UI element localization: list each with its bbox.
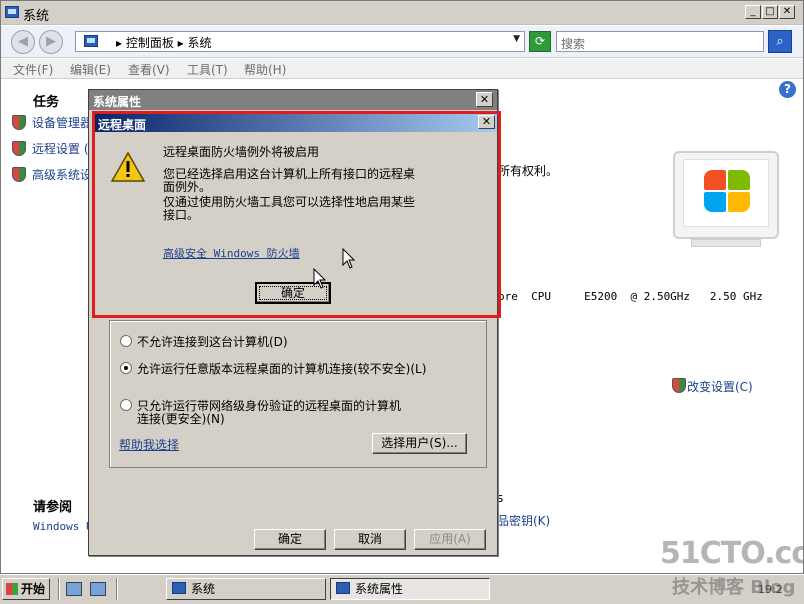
task-advanced-settings[interactable]: 高级系统设	[32, 166, 92, 183]
taskbar-item-system-properties[interactable]: 系统属性	[330, 578, 490, 600]
menu-file[interactable]: 文件(F)	[13, 61, 53, 78]
shield-icon	[12, 167, 26, 182]
window-titlebar[interactable]: 系统 _ □ ✕	[1, 1, 803, 25]
taskbar-item-label: 系统	[191, 582, 216, 596]
maximize-button[interactable]: □	[762, 5, 778, 19]
chevron-down-icon[interactable]: ▼	[513, 34, 520, 44]
alert-paragraph-2-line-2: 接口。	[163, 208, 200, 222]
start-button[interactable]: 开始	[2, 578, 50, 600]
system-app-icon	[5, 6, 19, 18]
advanced-firewall-link[interactable]: 高级安全 Windows 防火墙	[163, 245, 300, 261]
dialog-title: 系统属性	[93, 95, 142, 109]
product-key-link[interactable]: 品密钥(K)	[497, 512, 550, 529]
copyright-text: 所有权利。	[498, 164, 559, 178]
menu-help[interactable]: 帮助(H)	[244, 61, 286, 78]
taskbar-item-system[interactable]: 系统	[166, 578, 326, 600]
mouse-cursor-icon	[313, 268, 327, 289]
taskbar: 开始 系统 系统属性 技术博客 Blog 19:2	[0, 574, 804, 604]
start-label: 开始	[21, 582, 46, 596]
menu-tools[interactable]: 工具(T)	[187, 61, 228, 78]
search-input[interactable]: 搜索	[556, 31, 764, 52]
monitor-stand	[691, 239, 761, 247]
minimize-button[interactable]: _	[745, 5, 761, 19]
close-icon[interactable]: ✕	[478, 115, 495, 129]
ok-button[interactable]: 确定	[254, 529, 326, 550]
shield-icon	[12, 141, 26, 156]
select-users-button[interactable]: 选择用户(S)...	[372, 433, 467, 454]
system-app-icon	[336, 582, 350, 594]
alert-paragraph-1-line-2: 面例外。	[163, 180, 212, 194]
search-placeholder: 搜索	[561, 37, 586, 51]
task-device-manager[interactable]: 设备管理器	[32, 114, 92, 131]
radio-allow-nla[interactable]	[120, 399, 132, 411]
task-remote-settings[interactable]: 远程设置 (	[32, 140, 89, 157]
tasks-heading: 任务	[33, 95, 60, 110]
address-bar: ◀ ▶ ▸ 控制面板 ▸ 系统 ▼ ⟳ 搜索 ⌕	[1, 26, 803, 58]
alert-titlebar[interactable]: 远程桌面	[95, 114, 497, 132]
windows-logo-icon	[673, 151, 779, 239]
help-icon[interactable]: ?	[779, 81, 796, 98]
back-arrow-icon[interactable]: ◀	[11, 30, 35, 54]
warning-icon	[111, 152, 145, 182]
windows-flag-icon	[6, 583, 18, 595]
control-panel-icon	[84, 35, 98, 47]
radio-label-allow-any[interactable]: 允许运行任意版本远程桌面的计算机连接(较不安全)(L)	[137, 360, 426, 377]
search-icon[interactable]: ⌕	[768, 30, 792, 53]
system-app-icon	[172, 582, 186, 594]
menu-edit[interactable]: 编辑(E)	[70, 61, 111, 78]
menu-view[interactable]: 查看(V)	[128, 61, 170, 78]
server-manager-icon[interactable]	[66, 582, 82, 596]
taskbar-item-label: 系统属性	[355, 582, 404, 596]
taskbar-divider	[116, 578, 118, 600]
shield-icon	[12, 115, 26, 130]
see-also-heading: 请参阅	[33, 500, 73, 515]
refresh-icon[interactable]: ⟳	[529, 31, 551, 52]
taskbar-divider	[58, 578, 60, 600]
help-me-choose-link[interactable]: 帮助我选择	[119, 436, 179, 453]
taskbar-clock: 19:2	[758, 583, 783, 596]
show-desktop-icon[interactable]	[90, 582, 106, 596]
processor-info: ore CPU E5200 @ 2.50GHz 2.50 GHz	[498, 290, 763, 303]
menu-bar: 文件(F) 编辑(E) 查看(V) 工具(T) 帮助(H)	[1, 59, 803, 79]
remote-desktop-alert-dialog: 远程桌面 ✕ 远程桌面防火墙例外将被启用 您已经选择启用这台计算机上所有接口的远…	[94, 113, 498, 316]
address-field[interactable]: ▸ 控制面板 ▸ 系统 ▼	[75, 31, 525, 52]
change-settings-link[interactable]: 改变设置(C)	[687, 378, 753, 395]
alert-paragraph-2-line-1: 仅通过使用防火墙工具您可以选择性地启用某些	[163, 195, 416, 209]
close-button[interactable]: ✕	[779, 5, 795, 19]
watermark-logo: 51CTO.com	[660, 536, 804, 571]
alert-heading: 远程桌面防火墙例外将被启用	[163, 145, 320, 159]
close-icon[interactable]: ✕	[476, 92, 493, 107]
radio-label-nla-line2[interactable]: 连接(更安全)(N)	[137, 410, 225, 427]
radio-allow-any-version[interactable]	[120, 362, 132, 374]
dialog-titlebar[interactable]: 系统属性	[89, 90, 497, 110]
cancel-button[interactable]: 取消	[334, 529, 406, 550]
mouse-cursor-icon	[342, 248, 356, 269]
window-title: 系统	[23, 9, 50, 24]
forward-arrow-icon[interactable]: ▶	[39, 30, 63, 54]
radio-deny-connections[interactable]	[120, 335, 132, 347]
apply-button[interactable]: 应用(A)	[414, 529, 486, 550]
radio-label-deny[interactable]: 不允许连接到这台计算机(D)	[137, 333, 288, 350]
alert-title: 远程桌面	[98, 118, 147, 132]
shield-icon	[672, 378, 686, 393]
breadcrumb: ▸ 控制面板 ▸ 系统	[116, 36, 212, 50]
